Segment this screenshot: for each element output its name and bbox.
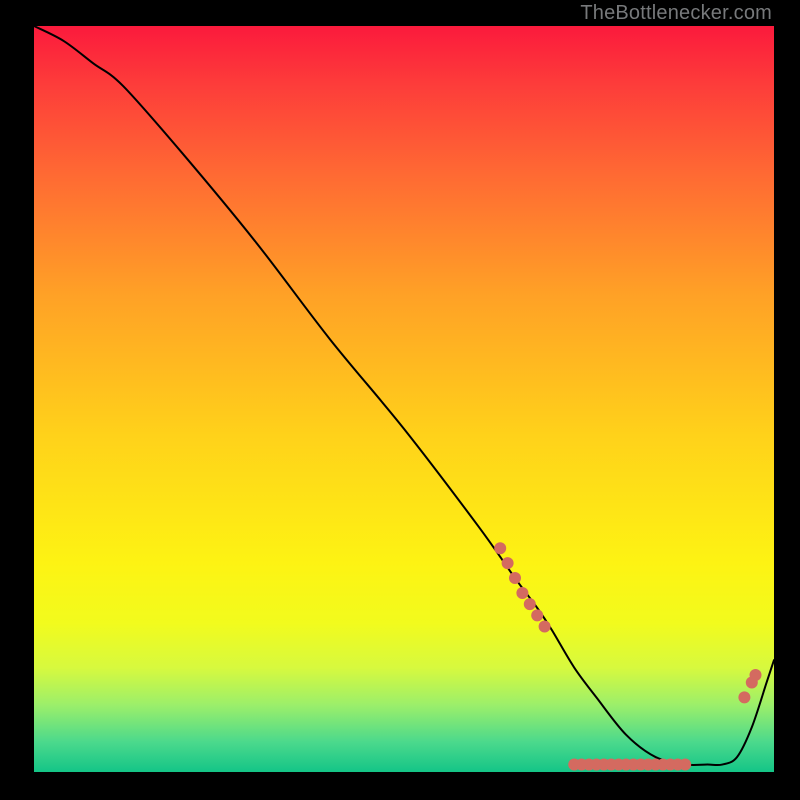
data-marker xyxy=(502,557,514,569)
data-marker xyxy=(516,587,528,599)
data-marker xyxy=(531,609,543,621)
branding-label: TheBottlenecker.com xyxy=(580,2,772,25)
chart-frame: TheBottlenecker.com xyxy=(0,0,800,800)
data-marker xyxy=(509,572,521,584)
data-marker xyxy=(494,542,506,554)
data-marker xyxy=(539,621,551,633)
curve-svg xyxy=(34,26,774,772)
data-marker xyxy=(679,759,691,771)
bottleneck-curve xyxy=(34,26,774,765)
plot-gradient-area xyxy=(34,26,774,772)
data-marker xyxy=(524,598,536,610)
data-marker xyxy=(750,669,762,681)
data-marker xyxy=(738,691,750,703)
